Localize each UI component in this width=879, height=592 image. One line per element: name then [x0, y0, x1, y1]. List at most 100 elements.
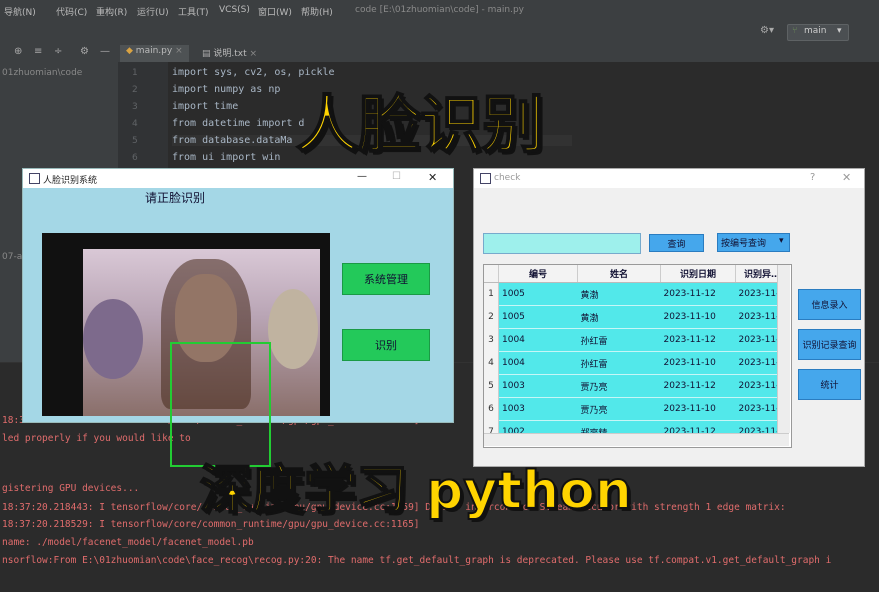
- menu-help[interactable]: 帮助(H): [301, 5, 333, 18]
- table-row[interactable]: 2 1005 黄渤 2023-11-10 2023-11-: [484, 305, 789, 329]
- cell-id[interactable]: 1005: [498, 282, 578, 306]
- corner-cell: [484, 265, 499, 283]
- cell-name[interactable]: 贾乃亮: [577, 397, 661, 421]
- cell-name[interactable]: 黄渤: [577, 305, 661, 329]
- gear-icon[interactable]: ⚙: [80, 46, 89, 57]
- help-icon[interactable]: ?: [810, 172, 815, 183]
- query-mode-select[interactable]: 按编号查询 ▾: [717, 233, 790, 252]
- cell-id[interactable]: 1005: [498, 305, 578, 329]
- window-titlebar: check ? ✕: [474, 169, 864, 188]
- plush-toy-right: [268, 289, 318, 369]
- table-row[interactable]: 4 1004 孙红雷 2023-11-10 2023-11-: [484, 351, 789, 375]
- target-icon[interactable]: ⊕: [14, 46, 22, 57]
- ide-window-title: code [E:\01zhuomian\code] - main.py: [355, 5, 525, 15]
- cell-date[interactable]: 2023-11-10: [660, 397, 736, 421]
- close-icon[interactable]: ✕: [842, 171, 851, 184]
- code-line: from datetime import d: [172, 118, 305, 129]
- console-line: gistering GPU devices...: [2, 483, 140, 494]
- col-date-header[interactable]: 识别日期: [660, 265, 736, 283]
- cell-id[interactable]: 1004: [498, 328, 578, 352]
- query-button[interactable]: 查询: [649, 234, 704, 252]
- maximize-icon[interactable]: ☐: [392, 171, 401, 182]
- cell-date[interactable]: 2023-11-12: [660, 282, 736, 306]
- app-icon: [480, 173, 491, 184]
- code-line: from ui import win: [172, 152, 281, 163]
- table-row[interactable]: 3 1004 孙红雷 2023-11-12 2023-11-: [484, 328, 789, 352]
- cell-name[interactable]: 孙红雷: [577, 328, 661, 352]
- cell-date[interactable]: 2023-11-10: [660, 351, 736, 375]
- vertical-scrollbar[interactable]: [777, 265, 790, 433]
- ide-toolbar: ⚙▾: [0, 22, 879, 42]
- face-recognition-window: 人脸识别系统 — ☐ ✕ 请正脸识别 系统管理 识别: [22, 168, 454, 467]
- line-number: 1: [132, 68, 138, 78]
- camera-feed: [42, 233, 330, 467]
- table-row[interactable]: 1 1005 黄渤 2023-11-12 2023-11-: [484, 282, 789, 306]
- console-line: led properly if you would like to: [2, 433, 191, 444]
- cell-date[interactable]: 2023-11-10: [660, 305, 736, 329]
- row-number: 1: [484, 282, 499, 306]
- search-input[interactable]: [483, 233, 641, 254]
- tab-main-py[interactable]: ◆ main.py ×: [120, 45, 189, 62]
- cell-date[interactable]: 2023-11-12: [660, 374, 736, 398]
- window-title: check: [494, 173, 521, 183]
- run-config-icon[interactable]: ⚙▾: [760, 25, 774, 36]
- col-id-header[interactable]: 编号: [498, 265, 578, 283]
- project-path[interactable]: 01zhuomian\code: [2, 68, 82, 78]
- minimize-icon[interactable]: —: [357, 171, 367, 182]
- line-number: 2: [132, 85, 138, 95]
- branch-icon: ⑂: [792, 26, 798, 36]
- overlay-subtitle: 深度学习 python: [199, 460, 633, 522]
- row-number: 4: [484, 351, 499, 375]
- menu-refactor[interactable]: 重构(R): [96, 5, 127, 18]
- menu-code[interactable]: 代码(C): [56, 5, 87, 18]
- code-line: import time: [172, 101, 239, 112]
- recognize-button[interactable]: 识别: [342, 329, 430, 361]
- expand-icon[interactable]: ÷: [54, 46, 62, 57]
- code-line: import numpy as np: [172, 84, 281, 95]
- app-icon: [29, 173, 40, 184]
- plush-toy-left: [83, 299, 143, 379]
- system-manage-button[interactable]: 系统管理: [342, 263, 430, 295]
- menu-run[interactable]: 运行(U): [137, 5, 169, 18]
- query-mode-value: 按编号查询: [721, 239, 767, 249]
- cell-name[interactable]: 孙红雷: [577, 351, 661, 375]
- info-entry-button[interactable]: 信息录入: [798, 289, 861, 320]
- console-line: name: ./model/facenet_model/facenet_mode…: [2, 537, 254, 548]
- window-title: 人脸识别系统: [43, 176, 98, 186]
- collapse-icon[interactable]: ≡: [34, 46, 42, 57]
- table-row[interactable]: 5 1003 贾乃亮 2023-11-12 2023-11-: [484, 374, 789, 398]
- menu-window[interactable]: 窗口(W): [258, 5, 292, 18]
- cell-id[interactable]: 1003: [498, 374, 578, 398]
- window-titlebar: 人脸识别系统 — ☐ ✕: [23, 169, 453, 188]
- chevron-down-icon: ▾: [837, 26, 842, 36]
- close-icon[interactable]: ×: [175, 46, 183, 56]
- ide-menubar: 导航(N) 代码(C) 重构(R) 运行(U) 工具(T) VCS(S) 窗口(…: [0, 0, 879, 22]
- line-number: 4: [132, 119, 138, 129]
- face-heading: 请正脸识别: [145, 191, 206, 205]
- record-query-button[interactable]: 识别记录查询: [798, 329, 861, 360]
- text-file-icon: ▤: [202, 49, 211, 59]
- cell-id[interactable]: 1004: [498, 351, 578, 375]
- table-row[interactable]: 6 1003 贾乃亮 2023-11-10 2023-11-: [484, 397, 789, 421]
- line-number: 6: [132, 153, 138, 163]
- git-branch-selector[interactable]: ⑂ main ▾: [787, 24, 849, 41]
- menu-navigate[interactable]: 导航(N): [4, 5, 36, 18]
- row-number: 2: [484, 305, 499, 329]
- close-icon[interactable]: ✕: [428, 171, 437, 184]
- cell-id[interactable]: 1003: [498, 397, 578, 421]
- line-number: 5: [132, 136, 138, 146]
- close-icon[interactable]: ×: [250, 49, 258, 59]
- branch-label: main: [804, 26, 827, 36]
- minimize-panel-icon[interactable]: —: [100, 46, 110, 57]
- records-table[interactable]: 编号 姓名 识别日期 识别异… 1 1005 黄渤 2023-11-12 202…: [483, 264, 792, 448]
- col-name-header[interactable]: 姓名: [577, 265, 661, 283]
- menu-tools[interactable]: 工具(T): [178, 5, 209, 18]
- row-number: 5: [484, 374, 499, 398]
- cell-name[interactable]: 黄渤: [577, 282, 661, 306]
- menu-vcs[interactable]: VCS(S): [219, 5, 250, 15]
- tab-readme-txt[interactable]: ▤ 说明.txt ×: [196, 45, 263, 62]
- cell-name[interactable]: 贾乃亮: [577, 374, 661, 398]
- horizontal-scrollbar[interactable]: [484, 433, 789, 446]
- statistics-button[interactable]: 统计: [798, 369, 861, 400]
- cell-date[interactable]: 2023-11-12: [660, 328, 736, 352]
